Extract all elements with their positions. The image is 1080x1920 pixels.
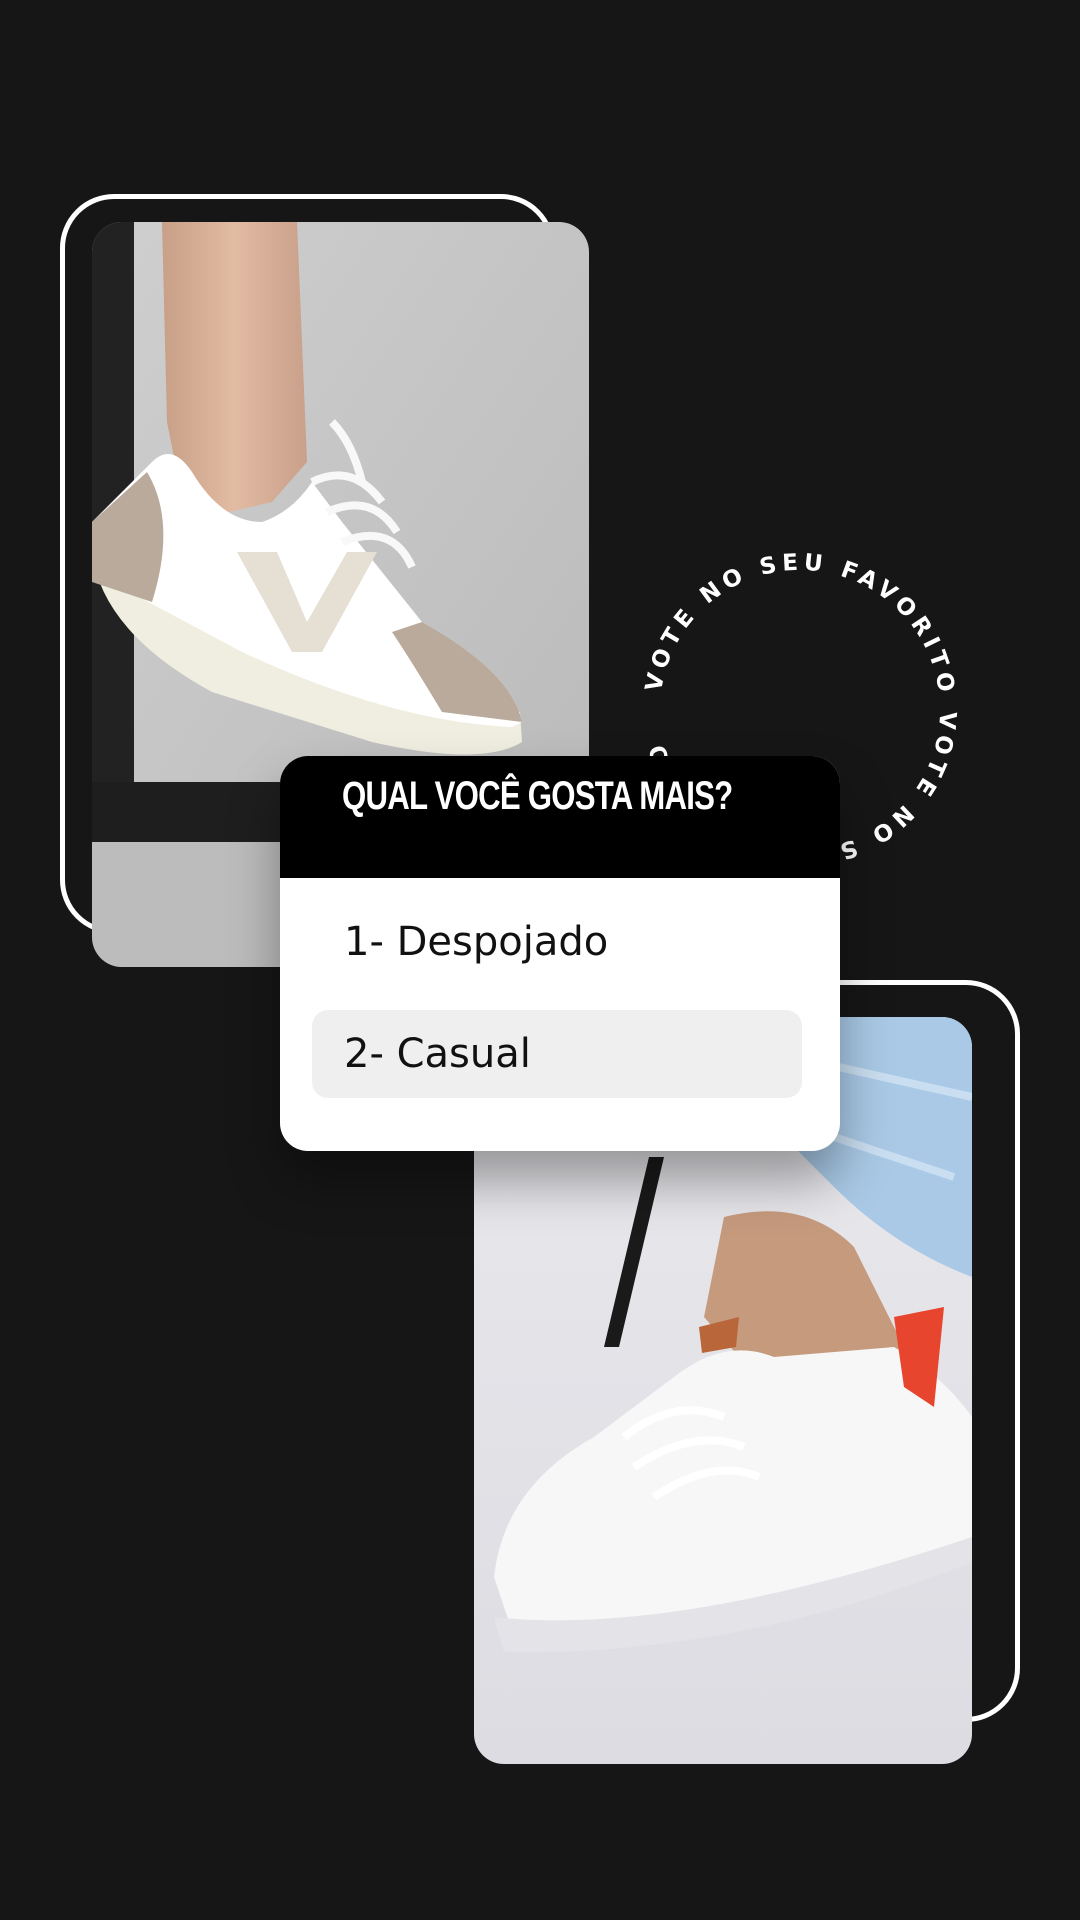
poll-sticker: QUAL VOCÊ GOSTA MAIS? 1- Despojado 2- Ca… bbox=[280, 756, 840, 1151]
poll-option-casual[interactable]: 2- Casual bbox=[312, 1010, 802, 1098]
story-canvas: VOTE NO SEU FAVORITO VOTE NO SEU FAVORIT… bbox=[0, 0, 1080, 1920]
poll-option-label: 2- Casual bbox=[344, 1031, 531, 1077]
poll-question: QUAL VOCÊ GOSTA MAIS? bbox=[342, 774, 733, 818]
poll-option-label: 1- Despojado bbox=[344, 919, 609, 965]
poll-option-despojado[interactable]: 1- Despojado bbox=[312, 898, 802, 986]
poll-header: QUAL VOCÊ GOSTA MAIS? bbox=[280, 756, 840, 878]
